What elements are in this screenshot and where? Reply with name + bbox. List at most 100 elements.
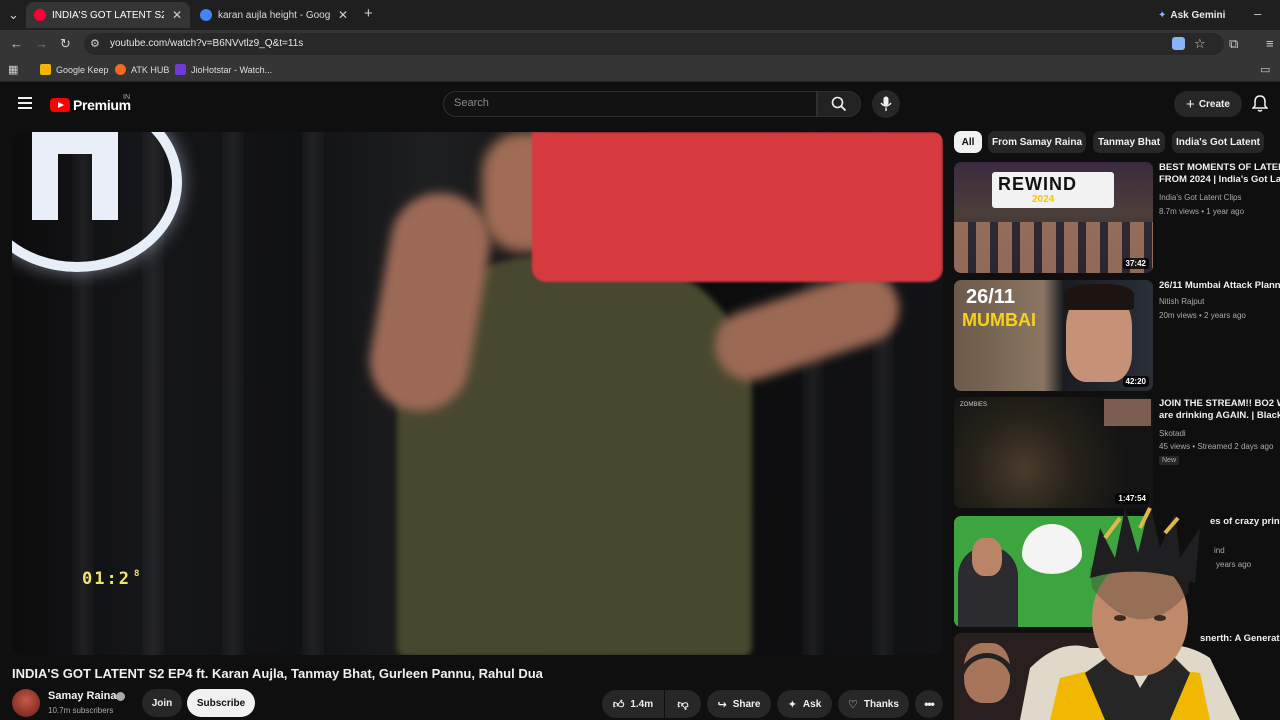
- notifications-bell-icon[interactable]: [1252, 95, 1268, 113]
- bookmark-label: Google Keep: [56, 64, 109, 75]
- atk-hub-icon: [115, 64, 126, 75]
- duration-badge: 37:42: [1122, 258, 1149, 269]
- like-button[interactable]: 👍︎ 1.4m: [602, 690, 664, 718]
- thumb-game-text: ZOMBIES: [960, 402, 988, 408]
- minimize-icon[interactable]: –: [1254, 7, 1261, 21]
- ask-gemini-label: Ask Gemini: [1170, 9, 1226, 21]
- dislike-button[interactable]: 👎︎: [665, 690, 701, 718]
- search-icon: [831, 96, 847, 112]
- search-button[interactable]: [817, 91, 861, 117]
- plus-icon: +: [1186, 95, 1195, 113]
- share-arrow-icon: ↪: [717, 698, 727, 711]
- tab-title: karan aujla height - Google Sea: [218, 9, 330, 21]
- more-horizontal-icon: •••: [924, 697, 935, 711]
- subscriber-count: 10.7m subscribers: [48, 706, 114, 715]
- join-button[interactable]: Join: [142, 689, 182, 717]
- rec-thumbnail[interactable]: REWIND 2024 37:42: [954, 162, 1153, 273]
- timer-small-digit: 8: [133, 569, 142, 579]
- rec-channel[interactable]: Nitish Rajput: [1159, 297, 1204, 306]
- youtube-premium-logo[interactable]: Premium: [50, 97, 131, 113]
- forward-icon[interactable]: →: [35, 37, 48, 51]
- close-tab-icon[interactable]: ✕: [172, 8, 182, 22]
- bookmark-label: ATK HUB: [131, 64, 170, 75]
- browser-tab-strip: ⌄ INDIA'S GOT LATENT S2 EP4 ft. ✕ karan …: [0, 0, 1280, 30]
- rec-title-line: are drinking AGAIN. | Black: [1159, 410, 1280, 421]
- streamer-avatar-overlay: [1020, 503, 1240, 720]
- rec-thumbnail[interactable]: ZOMBIES 1:47:54: [954, 397, 1153, 508]
- subscribe-label: Subscribe: [196, 697, 246, 709]
- rec-title-line: FROM 2024 | India's Got Lat: [1159, 174, 1280, 185]
- thanks-button[interactable]: ♡ Thanks: [838, 690, 909, 718]
- rec-title[interactable]: JOIN THE STREAM!! BO2 W are drinking AGA…: [1159, 398, 1280, 422]
- thumb-text-year: 2024: [1032, 194, 1055, 205]
- new-badge: New: [1159, 456, 1180, 465]
- back-icon[interactable]: ←: [10, 37, 23, 51]
- translate-icon[interactable]: [1172, 37, 1185, 50]
- hamburger-menu-icon[interactable]: [18, 97, 32, 109]
- more-actions-button[interactable]: •••: [915, 690, 943, 718]
- share-label: Share: [732, 698, 761, 710]
- chip-indias-got-latent[interactable]: India's Got Latent: [1172, 131, 1264, 153]
- red-sign-board: [532, 132, 943, 282]
- extensions-icon[interactable]: ⧉: [1229, 37, 1238, 51]
- rec-title[interactable]: 26/11 Mumbai Attack Plann: [1159, 280, 1280, 292]
- thumbs-up-icon: 👍︎: [612, 698, 625, 711]
- rec-meta: 8.7m views • 1 year ago: [1159, 207, 1245, 216]
- thumb-hair: [1064, 284, 1134, 310]
- tab-google-search[interactable]: karan aujla height - Google Sea ✕: [192, 2, 356, 28]
- subscribe-button[interactable]: Subscribe: [187, 689, 255, 717]
- thumb-text: REWIND: [998, 174, 1077, 194]
- reading-list-icon[interactable]: ≡: [1266, 37, 1274, 51]
- microphone-icon: [880, 96, 892, 111]
- video-title: INDIA'S GOT LATENT S2 EP4 ft. Karan Aujl…: [12, 666, 543, 681]
- sparkle-icon: ✦: [787, 698, 797, 711]
- video-player[interactable]: 01:2 8: [12, 132, 943, 655]
- bookmark-google-keep[interactable]: Google Keep: [40, 64, 109, 75]
- reload-icon[interactable]: ↻: [60, 37, 71, 51]
- thumb-text: 26/11: [966, 286, 1015, 308]
- site-info-icon[interactable]: ⚙: [90, 37, 100, 51]
- chip-all[interactable]: All: [954, 131, 982, 153]
- ask-button[interactable]: ✦ Ask: [777, 690, 832, 718]
- tab-title: INDIA'S GOT LATENT S2 EP4 ft.: [52, 9, 164, 21]
- share-button[interactable]: ↪ Share: [707, 690, 771, 718]
- rec-channel[interactable]: Skotadi: [1159, 429, 1186, 438]
- chip-from-samay-raina[interactable]: From Samay Raina: [988, 131, 1086, 153]
- rec-meta: 20m views • 2 years ago: [1159, 311, 1246, 320]
- chip-tanmay-bhat[interactable]: Tanmay Bhat: [1093, 131, 1165, 153]
- thumb-webcam: [1104, 399, 1151, 426]
- bookmark-jiohotstar[interactable]: JioHotstar - Watch...: [175, 64, 272, 75]
- tab-search-chevron-icon[interactable]: ⌄: [8, 8, 19, 22]
- bookmark-atk-hub[interactable]: ATK HUB: [115, 64, 169, 75]
- new-tab-button[interactable]: +: [364, 6, 373, 21]
- rec-title-line: BEST MOMENTS OF LATENT: [1159, 162, 1280, 173]
- super-thanks-icon: ♡: [848, 698, 858, 711]
- join-label: Join: [151, 697, 173, 709]
- search-input[interactable]: [443, 91, 817, 117]
- close-tab-icon[interactable]: ✕: [338, 8, 348, 22]
- ask-label: Ask: [802, 698, 822, 710]
- rec-title[interactable]: BEST MOMENTS OF LATENT FROM 2024 | India…: [1159, 162, 1280, 186]
- create-button[interactable]: + Create: [1174, 91, 1242, 117]
- voice-search-button[interactable]: [872, 90, 900, 118]
- apps-grid-icon[interactable]: ▦: [8, 63, 18, 77]
- google-favicon-icon: [200, 9, 212, 21]
- thanks-label: Thanks: [863, 698, 899, 710]
- youtube-play-logo-icon: [50, 98, 70, 112]
- show-logo-mark: [32, 132, 122, 222]
- url-text[interactable]: youtube.com/watch?v=B6NVvtlz9_Q&t=11s: [110, 38, 303, 49]
- timer-digits: 01:2: [82, 569, 131, 589]
- all-bookmarks-folder-icon[interactable]: ▭: [1260, 63, 1270, 77]
- search-placeholder: Search: [454, 97, 489, 109]
- thumb-text-city: MUMBAI: [962, 310, 1036, 330]
- bookmark-star-icon[interactable]: ☆: [1194, 37, 1206, 51]
- gemini-icon: ✦: [1158, 9, 1167, 21]
- keep-icon: [40, 64, 51, 75]
- tab-active-video[interactable]: INDIA'S GOT LATENT S2 EP4 ft. ✕: [26, 2, 190, 28]
- channel-name[interactable]: Samay Raina: [48, 690, 116, 702]
- rec-channel[interactable]: India's Got Latent Clips: [1159, 193, 1241, 202]
- rec-title-line: JOIN THE STREAM!! BO2 W: [1159, 398, 1280, 409]
- rec-thumbnail[interactable]: 26/11 MUMBAI 42:20: [954, 280, 1153, 391]
- ask-gemini-button[interactable]: ✦ Ask Gemini: [1158, 6, 1225, 24]
- channel-avatar[interactable]: [12, 689, 40, 717]
